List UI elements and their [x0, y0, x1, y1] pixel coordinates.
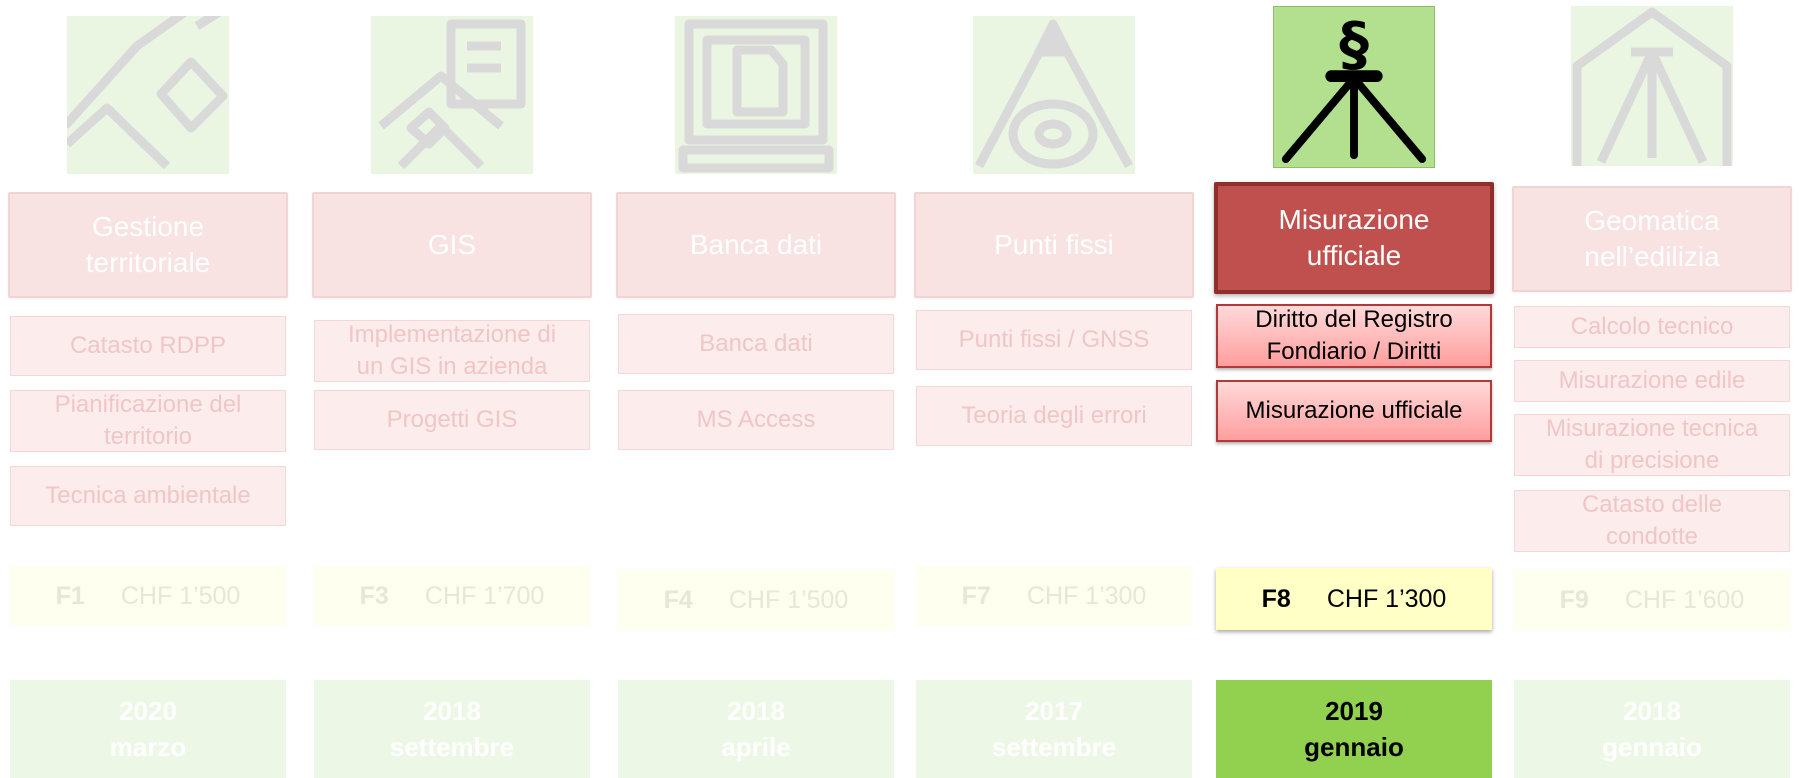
module-item[interactable]: Banca dati: [618, 314, 894, 374]
course-title[interactable]: Punti fissi: [914, 192, 1194, 298]
course-title[interactable]: Misurazione ufficiale: [1214, 182, 1494, 294]
module-item[interactable]: Punti fissi / GNSS: [916, 310, 1192, 370]
module-item[interactable]: Catasto RDPP: [10, 316, 286, 376]
course-title[interactable]: Geomatica nell’edilizia: [1512, 186, 1792, 292]
course-column-gestione-territoriale: Gestione territoriale Catasto RDPP Piani…: [8, 0, 288, 778]
tripod-building-icon: [1571, 6, 1733, 166]
course-price: CHF 1’500: [120, 581, 241, 610]
course-column-gis: GIS Implementazione di un GIS in azienda…: [312, 0, 592, 778]
module-item[interactable]: Catasto delle condotte: [1514, 490, 1790, 552]
course-price: CHF 1’300: [1326, 584, 1447, 613]
course-column-banca-dati: Banca dati Banca dati MS Access F4 CHF 1…: [616, 0, 896, 778]
course-date: 2018 gennaio: [1514, 680, 1790, 778]
price-tag: F9 CHF 1’600: [1514, 570, 1790, 630]
course-year: 2018: [1623, 696, 1681, 726]
module-item[interactable]: MS Access: [618, 390, 894, 450]
course-month: settembre: [991, 732, 1117, 762]
fixed-point-icon: [973, 16, 1135, 174]
price-tag: F4 CHF 1’500: [618, 570, 894, 630]
course-code: F9: [1559, 585, 1589, 614]
course-date: 2017 settembre: [916, 680, 1192, 778]
svg-text:§: §: [1339, 9, 1369, 78]
course-year: 2019: [1325, 696, 1383, 726]
course-year: 2018: [423, 696, 481, 726]
course-title[interactable]: GIS: [312, 192, 592, 298]
course-month: marzo: [109, 732, 187, 762]
price-tag: F1 CHF 1’500: [10, 566, 286, 626]
price-tag: F7 CHF 1’300: [916, 566, 1192, 626]
module-item[interactable]: Diritto del Registro Fondiario / Diritti: [1216, 304, 1492, 368]
course-price: CHF 1’700: [424, 581, 545, 610]
course-code: F8: [1261, 584, 1291, 613]
course-code: F3: [359, 581, 389, 610]
course-year: 2017: [1025, 696, 1083, 726]
course-date: 2020 marzo: [10, 680, 286, 778]
course-price: CHF 1’500: [728, 585, 849, 614]
course-month: gennaio: [1304, 732, 1404, 762]
course-code: F4: [663, 585, 693, 614]
module-item[interactable]: Implementazione di un GIS in azienda: [314, 320, 590, 382]
course-year: 2020: [119, 696, 177, 726]
course-year: 2018: [727, 696, 785, 726]
computer-document-icon: [675, 16, 837, 174]
course-date: 2019 gennaio: [1216, 680, 1492, 778]
course-title[interactable]: Banca dati: [616, 192, 896, 298]
course-month: gennaio: [1602, 732, 1702, 762]
course-month: settembre: [389, 732, 515, 762]
paragraph-tripod-icon: §: [1273, 6, 1435, 168]
module-item[interactable]: Tecnica ambientale: [10, 466, 286, 526]
course-column-geomatica-edilizia: Geomatica nell’edilizia Calcolo tecnico …: [1512, 0, 1792, 778]
course-price: CHF 1’600: [1624, 585, 1745, 614]
land-parcel-icon: [67, 16, 229, 174]
course-date: 2018 aprile: [618, 680, 894, 778]
course-date: 2018 settembre: [314, 680, 590, 778]
gis-map-icon: [371, 16, 533, 174]
module-item[interactable]: Calcolo tecnico: [1514, 306, 1790, 348]
module-item[interactable]: Misurazione ufficiale: [1216, 380, 1492, 442]
module-item[interactable]: Pianificazione del territorio: [10, 390, 286, 452]
module-item[interactable]: Misurazione tecnica di precisione: [1514, 414, 1790, 476]
course-title[interactable]: Gestione territoriale: [8, 192, 288, 298]
course-code: F7: [961, 581, 991, 610]
module-item[interactable]: Progetti GIS: [314, 390, 590, 450]
course-column-misurazione-ufficiale: § Misurazione ufficiale Diritto del Regi…: [1214, 0, 1494, 778]
course-column-punti-fissi: Punti fissi Punti fissi / GNSS Teoria de…: [914, 0, 1194, 778]
course-price: CHF 1’300: [1026, 581, 1147, 610]
course-month: aprile: [721, 732, 791, 762]
course-code: F1: [55, 581, 85, 610]
module-item[interactable]: Misurazione edile: [1514, 360, 1790, 402]
price-tag: F3 CHF 1’700: [314, 566, 590, 626]
module-item[interactable]: Teoria degli errori: [916, 386, 1192, 446]
price-tag: F8 CHF 1’300: [1216, 568, 1492, 630]
